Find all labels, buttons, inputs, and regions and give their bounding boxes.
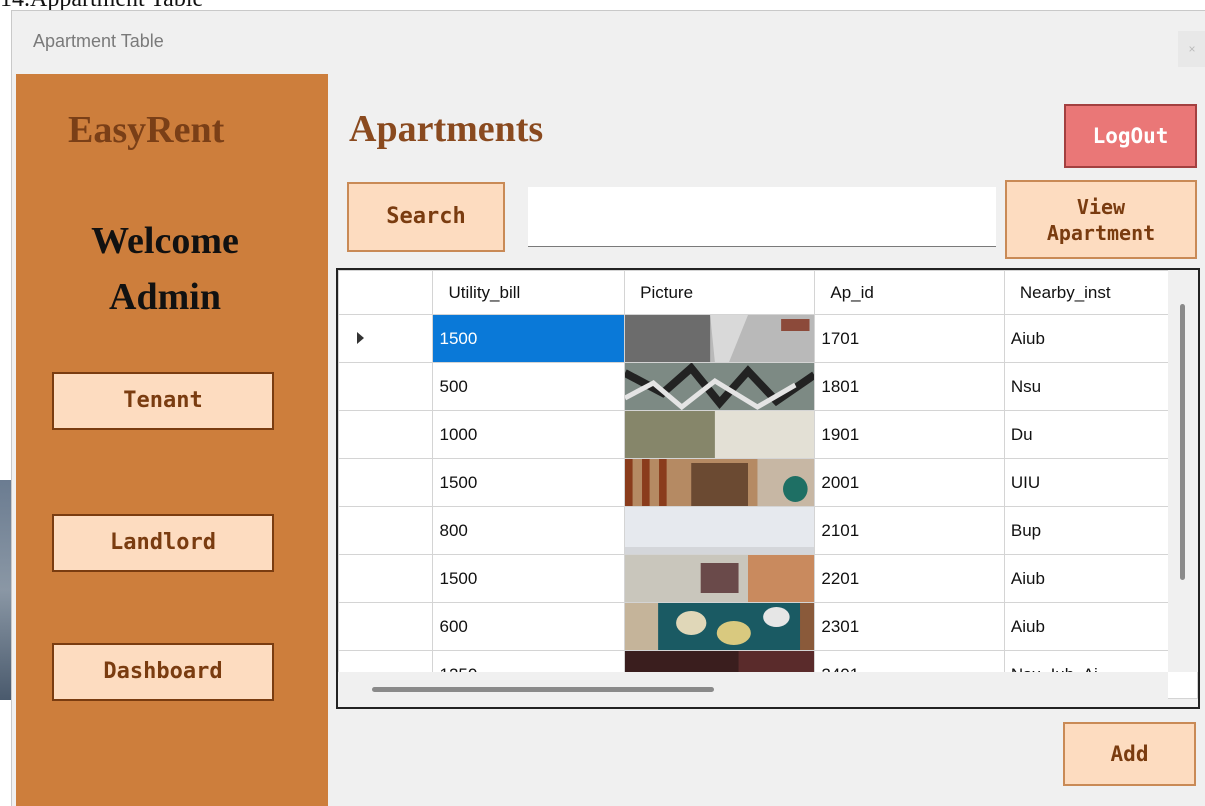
picture-cell[interactable] (624, 602, 816, 651)
table-row[interactable]: 1000 1901 Du (338, 410, 1198, 459)
welcome-line-1: Welcome (91, 220, 239, 262)
row-selector[interactable] (338, 362, 434, 411)
ap-id-cell[interactable]: 1801 (814, 362, 1005, 411)
column-header-picture[interactable]: Picture (624, 270, 816, 315)
ap-id-cell[interactable]: 2101 (814, 506, 1005, 555)
apartment-picture (625, 555, 814, 602)
utility-bill-cell[interactable]: 1500 (432, 458, 626, 507)
picture-cell[interactable] (624, 410, 816, 459)
ap-id-cell[interactable]: 2201 (814, 554, 1005, 603)
apartment-picture (625, 459, 814, 506)
search-button[interactable]: Search (347, 182, 505, 252)
utility-bill-cell[interactable]: 1500 (432, 314, 626, 363)
header-row: Utility_bill Picture Ap_id Nearby_inst (338, 270, 1198, 315)
row-selector[interactable] (338, 458, 434, 507)
apartment-picture (625, 315, 814, 362)
apartment-grid[interactable]: Utility_bill Picture Ap_id Nearby_inst 1… (336, 268, 1200, 709)
tenant-button[interactable]: Tenant (52, 372, 274, 430)
ap-id-cell[interactable]: 2001 (814, 458, 1005, 507)
column-header-utility-bill[interactable]: Utility_bill (432, 270, 626, 315)
table-row[interactable]: 600 2301 Aiub (338, 602, 1198, 651)
row-header-corner (338, 270, 434, 315)
add-button[interactable]: Add (1063, 722, 1196, 786)
apartment-table: Utility_bill Picture Ap_id Nearby_inst 1… (338, 270, 1198, 699)
vertical-scroll-thumb[interactable] (1180, 304, 1185, 580)
utility-bill-cell[interactable]: 600 (432, 602, 626, 651)
search-input[interactable] (528, 187, 996, 247)
picture-cell[interactable] (624, 458, 816, 507)
welcome-line-2: Admin (109, 276, 221, 318)
picture-cell[interactable] (624, 362, 816, 411)
dashboard-button[interactable]: Dashboard (52, 643, 274, 701)
picture-cell[interactable] (624, 554, 816, 603)
utility-bill-cell[interactable]: 1000 (432, 410, 626, 459)
desktop-background (0, 480, 11, 700)
landlord-button[interactable]: Landlord (52, 514, 274, 572)
apartment-picture (625, 411, 814, 458)
apartment-picture (625, 363, 814, 410)
title-bar: Apartment Table × (12, 11, 1205, 73)
close-button[interactable]: × (1178, 31, 1205, 67)
table-row[interactable]: 1500 2001 UIU (338, 458, 1198, 507)
row-selector[interactable] (338, 506, 434, 555)
view-apartment-label-2: Apartment (1046, 220, 1156, 245)
view-apartment-button[interactable]: View Apartment (1005, 180, 1197, 259)
logout-button[interactable]: LogOut (1064, 104, 1197, 168)
welcome-text: Welcome Admin (56, 213, 274, 325)
picture-cell[interactable] (624, 506, 816, 555)
brand-title: EasyRent (68, 109, 225, 151)
row-selector[interactable] (338, 410, 434, 459)
utility-bill-cell[interactable]: 800 (432, 506, 626, 555)
current-row-arrow-icon (357, 331, 364, 344)
horizontal-scroll-thumb[interactable] (372, 687, 714, 692)
apartment-picture (625, 507, 814, 554)
row-selector[interactable] (338, 554, 434, 603)
ap-id-cell[interactable]: 1701 (814, 314, 1005, 363)
ap-id-cell[interactable]: 2301 (814, 602, 1005, 651)
ap-id-cell[interactable]: 1901 (814, 410, 1005, 459)
window-title: Apartment Table (33, 31, 164, 51)
table-row[interactable]: 1500 2201 Aiub (338, 554, 1198, 603)
column-header-ap-id[interactable]: Ap_id (814, 270, 1005, 315)
page-title: Apartments (349, 108, 544, 150)
picture-cell[interactable] (624, 314, 816, 363)
row-selector[interactable] (338, 602, 434, 651)
apartment-picture (625, 603, 814, 650)
utility-bill-cell[interactable]: 500 (432, 362, 626, 411)
row-selector[interactable] (338, 314, 434, 363)
table-row[interactable]: 500 1801 Nsu (338, 362, 1198, 411)
utility-bill-cell[interactable]: 1500 (432, 554, 626, 603)
table-row[interactable]: 800 2101 Bup (338, 506, 1198, 555)
view-apartment-label-1: View (1076, 194, 1126, 219)
table-row[interactable]: 1500 1701 Aiub (338, 314, 1198, 363)
